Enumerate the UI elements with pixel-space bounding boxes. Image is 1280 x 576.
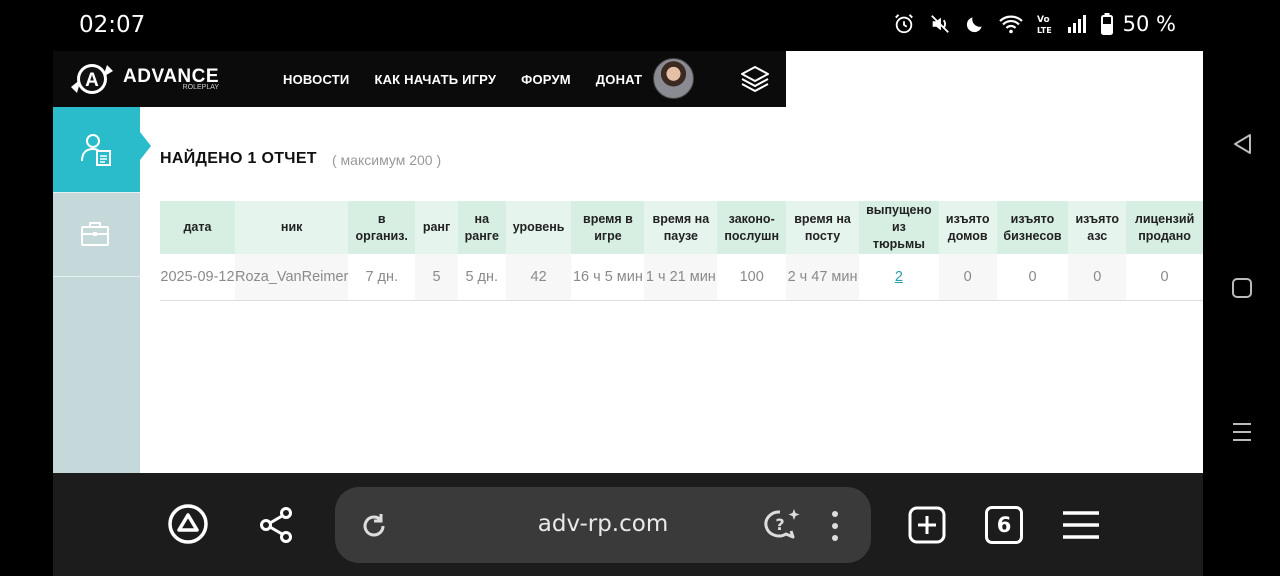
cell-houses: 0 bbox=[938, 254, 997, 301]
col-gas-stations: изъято азс bbox=[1068, 201, 1127, 254]
more-menu-icon[interactable] bbox=[829, 509, 841, 543]
col-law-abiding: законо-послушн bbox=[717, 201, 787, 254]
nav-link-how-to-start[interactable]: КАК НАЧАТЬ ИГРУ bbox=[374, 72, 496, 87]
battery-percent: 50 % bbox=[1122, 12, 1176, 36]
recent-apps-icon[interactable] bbox=[1231, 421, 1253, 443]
sidebar-item-briefcase[interactable] bbox=[53, 192, 140, 277]
svg-text:?: ? bbox=[775, 515, 784, 534]
wifi-icon bbox=[998, 15, 1023, 34]
col-play-time: время в игре bbox=[571, 201, 645, 254]
cell-law-abiding: 100 bbox=[717, 254, 787, 301]
moon-icon bbox=[966, 17, 982, 33]
cell-date: 2025-09-12 bbox=[160, 254, 235, 301]
sidebar-item-reports[interactable] bbox=[53, 107, 140, 192]
site-header: A ADVANCE ROLEPLAY НОВОСТИ КАК НАЧАТЬ ИГ… bbox=[53, 51, 786, 107]
cell-businesses: 0 bbox=[996, 254, 1069, 301]
address-bar[interactable]: adv-rp.com ? bbox=[335, 487, 871, 563]
table-header-row: дата ник в организ. ранг на ранге уровень … bbox=[160, 201, 1203, 254]
browser-toolbar: adv-rp.com ? 6 bbox=[53, 473, 1203, 576]
col-date: дата bbox=[160, 201, 235, 254]
col-houses: изъято домов bbox=[938, 201, 997, 254]
cell-gas-stations: 0 bbox=[1068, 254, 1127, 301]
col-released: выпущено из тюрьмы bbox=[859, 201, 939, 254]
battery-icon bbox=[1100, 13, 1113, 35]
home-icon[interactable] bbox=[1231, 277, 1253, 299]
cell-in-org: 7 дн. bbox=[348, 254, 416, 301]
nav-link-forum[interactable]: ФОРУМ bbox=[521, 72, 571, 87]
user-report-icon bbox=[81, 134, 111, 166]
briefcase-icon bbox=[81, 222, 109, 246]
report-table: дата ник в организ. ранг на ранге уровень … bbox=[160, 201, 1203, 301]
android-nav-bar bbox=[1203, 0, 1280, 576]
cell-nick: Roza_VanReimer bbox=[234, 254, 349, 301]
active-indicator bbox=[140, 132, 151, 160]
cell-level: 42 bbox=[505, 254, 572, 301]
col-on-rank: на ранге bbox=[457, 201, 506, 254]
new-tab-icon[interactable] bbox=[908, 506, 946, 544]
screen: 02:07 Vo LTE 50 % A ADVANCE ROLEPLAY НОВ… bbox=[0, 0, 1280, 576]
col-level: уровень bbox=[505, 201, 572, 254]
col-businesses: изъято бизнесов bbox=[996, 201, 1069, 254]
nav-link-news[interactable]: НОВОСТИ bbox=[283, 72, 349, 87]
logo-emblem-icon: A bbox=[71, 64, 113, 94]
volte-icon: VoLTE bbox=[1037, 15, 1052, 35]
nav-link-donate[interactable]: ДОНАТ bbox=[596, 72, 642, 87]
signal-icon bbox=[1067, 15, 1086, 33]
cell-rank: 5 bbox=[415, 254, 458, 301]
report-max-note: ( максимум 200 ) bbox=[332, 152, 442, 168]
status-time: 02:07 bbox=[79, 12, 146, 38]
col-rank: ранг bbox=[415, 201, 458, 254]
report-title: НАЙДЕНО 1 ОТЧЕТ bbox=[160, 150, 317, 167]
mute-icon bbox=[930, 15, 949, 33]
cell-on-rank: 5 дн. bbox=[457, 254, 506, 301]
svg-text:A: A bbox=[85, 70, 99, 91]
web-page: A ADVANCE ROLEPLAY НОВОСТИ КАК НАЧАТЬ ИГ… bbox=[53, 51, 1203, 473]
col-post-time: время на посту bbox=[786, 201, 860, 254]
user-avatar[interactable] bbox=[653, 58, 694, 99]
svg-text:Vo: Vo bbox=[1037, 15, 1050, 25]
table-row: 2025-09-12 Roza_VanReimer 7 дн. 5 5 дн. … bbox=[160, 254, 1203, 301]
col-in-org: в организ. bbox=[348, 201, 416, 254]
site-logo[interactable]: A ADVANCE ROLEPLAY bbox=[67, 57, 219, 101]
site-nav: НОВОСТИ КАК НАЧАТЬ ИГРУ ФОРУМ ДОНАТ bbox=[283, 51, 642, 107]
cell-pause-time: 1 ч 21 мин bbox=[644, 254, 718, 301]
svg-text:LTE: LTE bbox=[1037, 26, 1052, 35]
assistant-icon[interactable] bbox=[167, 503, 209, 545]
cell-post-time: 2 ч 47 мин bbox=[786, 254, 860, 301]
share-icon[interactable] bbox=[257, 505, 297, 545]
status-icons: Vo LTE 50 % bbox=[893, 12, 1176, 36]
col-pause-time: время на паузе bbox=[644, 201, 718, 254]
released-link[interactable]: 2 bbox=[895, 269, 903, 285]
col-licenses: лицензий продано bbox=[1126, 201, 1203, 254]
back-icon[interactable] bbox=[1232, 133, 1254, 155]
tab-count-button[interactable]: 6 bbox=[985, 506, 1023, 544]
cell-released: 2 bbox=[859, 254, 939, 301]
cell-licenses: 0 bbox=[1126, 254, 1203, 301]
ai-chat-icon[interactable]: ? bbox=[763, 507, 801, 543]
col-nick: ник bbox=[234, 201, 349, 254]
hamburger-menu-icon[interactable] bbox=[1061, 509, 1101, 541]
cell-play-time: 16 ч 5 мин bbox=[571, 254, 645, 301]
alarm-icon bbox=[894, 14, 913, 34]
layers-icon[interactable] bbox=[739, 63, 771, 95]
